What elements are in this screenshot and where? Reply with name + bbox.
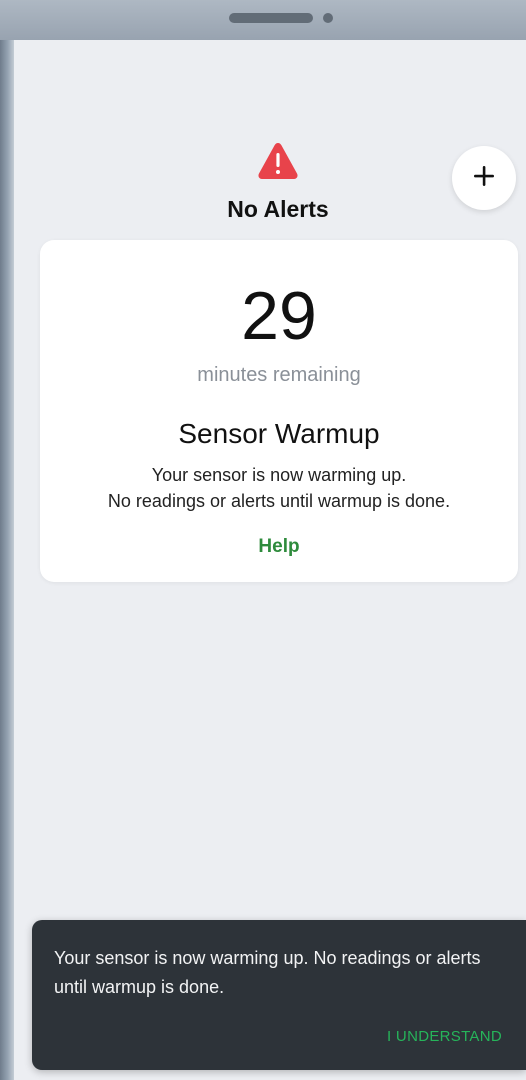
minutes-remaining-value: 29 [241,278,317,354]
sensor-warmup-card: 29 minutes remaining Sensor Warmup Your … [40,240,518,582]
help-link[interactable]: Help [40,536,518,558]
warmup-description: Your sensor is now warming up. No readin… [40,462,518,514]
plus-icon [473,165,495,192]
i-understand-button[interactable]: I UNDERSTAND [387,1028,502,1045]
alert-status-title: No Alerts [227,196,329,222]
add-button[interactable] [452,146,516,210]
warmup-title: Sensor Warmup [178,418,380,449]
snackbar-message: Your sensor is now warming up. No readin… [54,948,481,997]
device-speaker [229,13,313,23]
snackbar: Your sensor is now warming up. No readin… [32,920,526,1070]
device-frame [0,0,14,1080]
device-camera [323,13,333,23]
minutes-remaining-label: minutes remaining [197,364,361,386]
warmup-description-line2: No readings or alerts until warmup is do… [107,491,451,511]
warmup-description-line1: Your sensor is now warming up. [151,465,407,485]
device-top-bar [0,0,526,40]
warning-triangle-icon [257,141,299,181]
